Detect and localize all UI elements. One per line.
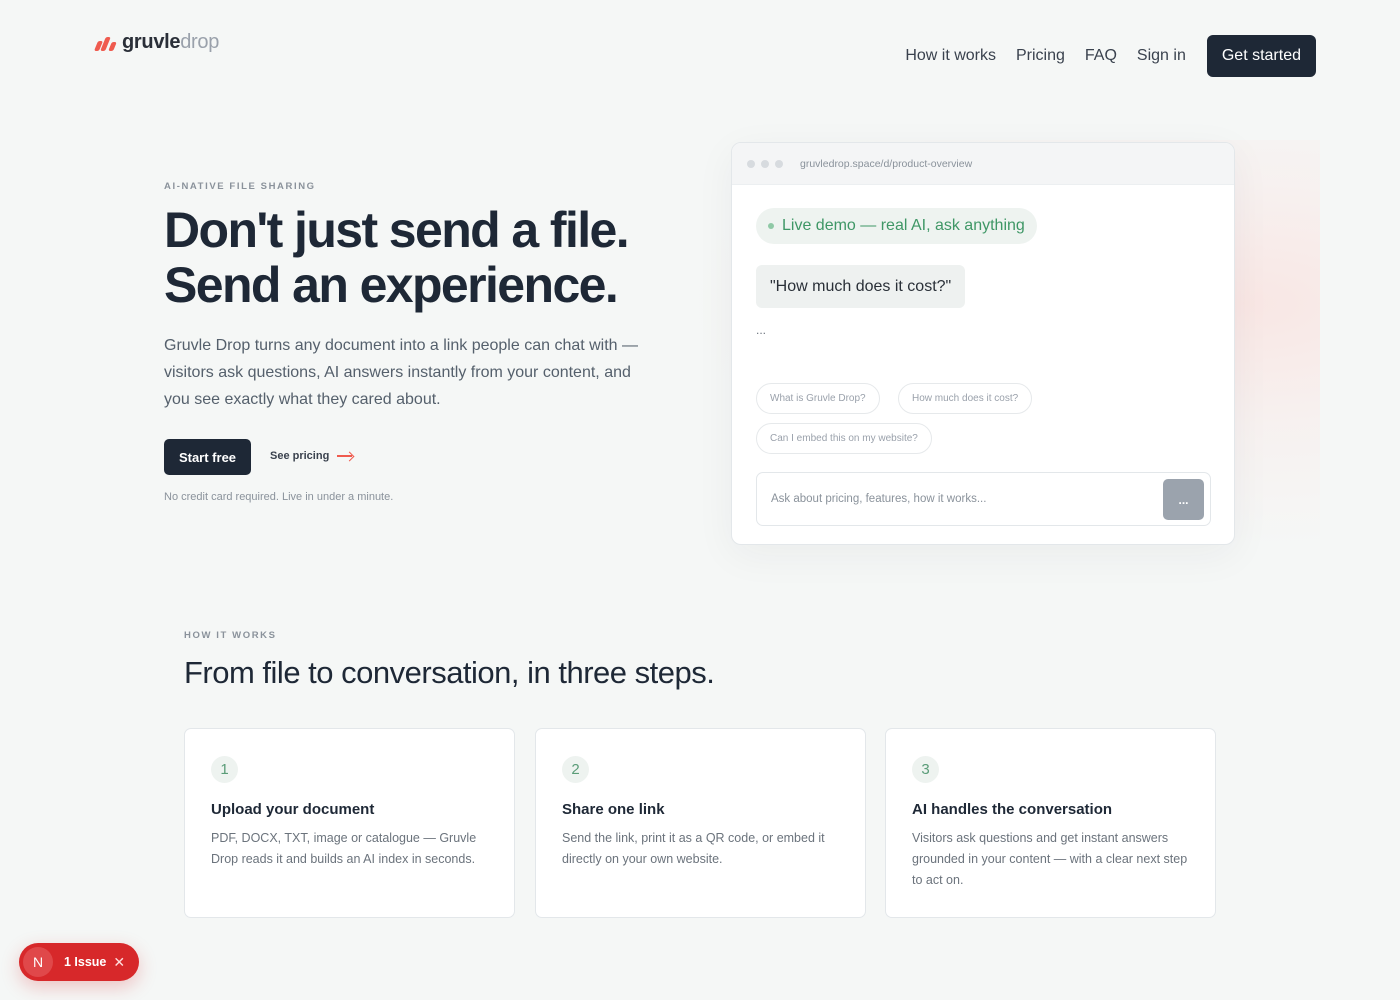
step-description: Visitors ask questions and get instant a… xyxy=(912,831,1188,887)
ask-box: ... xyxy=(756,472,1211,526)
step-number-badge: 3 xyxy=(912,756,939,783)
logo-bars-icon xyxy=(93,34,117,52)
suggestion-chip-what-is[interactable]: What is Gruvle Drop? xyxy=(756,383,880,414)
live-demo-badge: Live demo — real AI, ask anything xyxy=(756,208,1037,244)
brand-wordmark: gruvledrop xyxy=(122,31,220,53)
start-free-button[interactable]: Start free xyxy=(164,439,251,475)
issues-count-label: 1 Issue xyxy=(64,955,107,969)
step-title: AI handles the conversation xyxy=(912,801,1113,818)
see-pricing-link[interactable]: See pricing xyxy=(270,450,354,462)
demo-window: gruvledrop.space/d/product-overview Live… xyxy=(731,142,1235,545)
demo-url: gruvledrop.space/d/product-overview xyxy=(800,157,973,170)
live-status-dot-icon xyxy=(768,223,774,229)
window-dot-icon xyxy=(775,159,783,168)
nav-sign-in[interactable]: Sign in xyxy=(1137,47,1186,65)
window-title-bar: gruvledrop.space/d/product-overview xyxy=(732,143,1234,185)
brand-logo[interactable]: gruvledrop xyxy=(93,31,220,54)
live-demo-label: Live demo — real AI, ask anything xyxy=(782,217,1025,234)
step-title: Upload your document xyxy=(211,801,375,818)
step-description: Send the link, print it as a QR code, or… xyxy=(562,831,825,866)
hero-note: No credit card required. Live in under a… xyxy=(164,491,394,503)
suggestion-chip-embed[interactable]: Can I embed this on my website? xyxy=(756,423,932,454)
nav-faq[interactable]: FAQ xyxy=(1085,47,1117,65)
hero-subtitle: Gruvle Drop turns any document into a li… xyxy=(164,337,639,408)
step-card: 1 Upload your document PDF, DOCX, TXT, i… xyxy=(184,728,515,918)
step-card: 3 AI handles the conversation Visitors a… xyxy=(885,728,1216,918)
nav-how-it-works[interactable]: How it works xyxy=(905,47,996,65)
suggestion-chip-cost[interactable]: How much does it cost? xyxy=(898,383,1033,414)
hero-title: Don't just send a file. Send an experien… xyxy=(164,202,630,313)
arrow-right-icon xyxy=(337,451,354,461)
step-number-badge: 2 xyxy=(562,756,589,783)
hero-title-line-1: Don't just send a file. xyxy=(164,202,630,258)
how-it-works-title: From file to conversation, in three step… xyxy=(184,655,715,690)
get-started-button[interactable]: Get started xyxy=(1206,35,1316,77)
user-question-bubble: "How much does it cost?" xyxy=(756,265,966,308)
how-it-works-eyebrow: HOW IT WORKS xyxy=(184,630,277,641)
ask-input[interactable] xyxy=(771,473,1151,525)
step-number-badge: 1 xyxy=(211,756,238,783)
hero-title-line-2: Send an experience. xyxy=(164,257,619,313)
nextjs-logo-icon: N xyxy=(23,947,53,977)
window-dot-icon xyxy=(761,159,769,168)
nav-pricing[interactable]: Pricing xyxy=(1016,47,1065,65)
close-icon[interactable]: ✕ xyxy=(113,954,125,971)
step-title: Share one link xyxy=(562,801,665,818)
see-pricing-label: See pricing xyxy=(270,450,330,462)
send-button[interactable]: ... xyxy=(1163,479,1204,520)
typing-indicator: ... xyxy=(756,323,767,337)
window-dot-icon xyxy=(747,159,755,168)
issues-badge[interactable]: N 1 Issue ✕ xyxy=(19,943,139,981)
top-nav: How it works Pricing FAQ Sign in Get sta… xyxy=(905,35,1316,77)
step-card: 2 Share one link Send the link, print it… xyxy=(535,728,866,918)
hero-eyebrow: AI-NATIVE FILE SHARING xyxy=(164,181,316,192)
step-description: PDF, DOCX, TXT, image or catalogue — Gru… xyxy=(211,831,477,866)
